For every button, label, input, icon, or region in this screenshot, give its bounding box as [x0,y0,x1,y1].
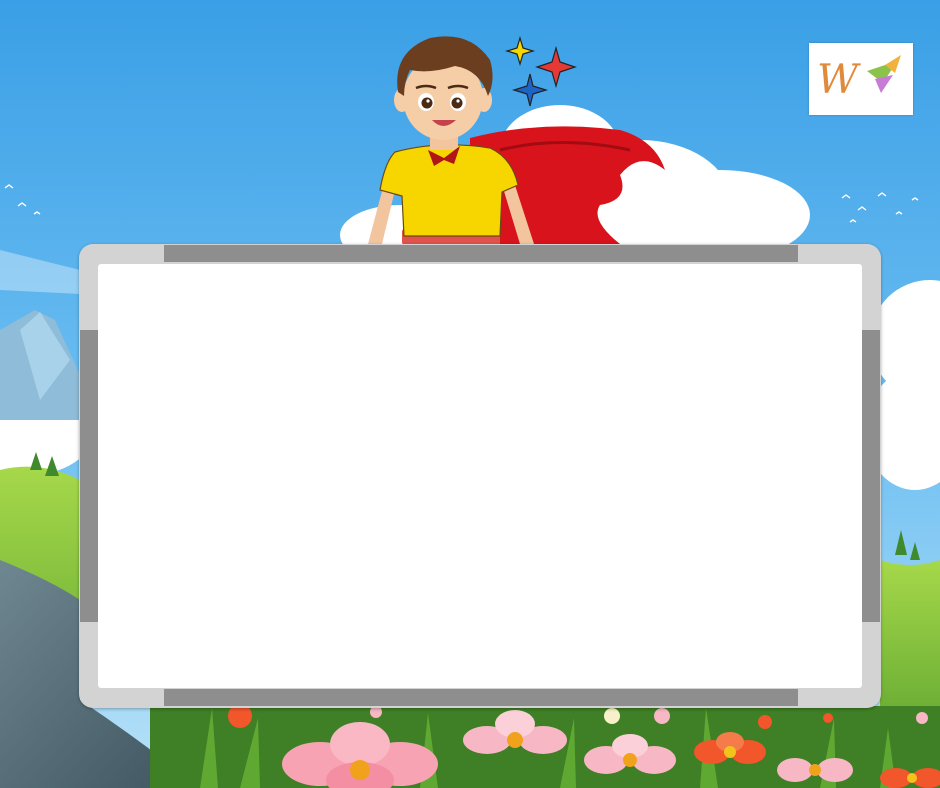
whiteboard-rail-right [862,330,880,622]
whiteboard-surface [98,264,862,688]
w-logo-icon: W [817,55,901,103]
whiteboard-rail-left [80,330,98,622]
svg-text:W: W [817,57,861,103]
logo: W [809,43,913,115]
whiteboard-rail-bottom [164,689,798,706]
whiteboard-rail-top [164,245,798,262]
